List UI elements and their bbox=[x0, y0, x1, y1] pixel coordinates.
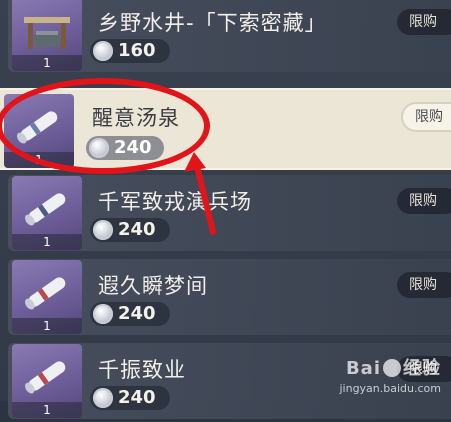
coin-icon bbox=[93, 388, 113, 408]
shop-item-row[interactable]: 1 遐久瞬梦间 240 限购 bbox=[0, 256, 451, 338]
item-price: 240 bbox=[90, 218, 170, 242]
item-thumbnail: 1 bbox=[12, 260, 82, 334]
limit-badge: 限购 bbox=[397, 9, 451, 35]
item-name: 千振致业 bbox=[98, 358, 186, 382]
blueprint-scroll-icon bbox=[25, 193, 66, 226]
shop-item-row[interactable]: 1 乡野水井-「下索密藏」 160 限购 bbox=[0, 0, 451, 75]
item-count: 1 bbox=[12, 318, 82, 334]
blueprint-scroll-icon bbox=[25, 277, 66, 310]
limit-badge: 限购 bbox=[397, 188, 451, 214]
item-name: 乡野水井-「下索密藏」 bbox=[98, 11, 327, 35]
watermark: Bai 经验 jingyan.baidu.com bbox=[339, 354, 441, 395]
highlight-circle bbox=[0, 78, 210, 174]
item-count: 1 bbox=[12, 234, 82, 250]
item-count: 1 bbox=[12, 55, 82, 71]
baidu-paw-icon bbox=[383, 359, 401, 377]
watermark-url: jingyan.baidu.com bbox=[339, 382, 441, 395]
item-price: 240 bbox=[90, 302, 170, 326]
coin-icon bbox=[93, 41, 113, 61]
well-furniture-icon bbox=[24, 17, 70, 49]
limit-badge: 限购 bbox=[397, 272, 451, 298]
item-name: 遐久瞬梦间 bbox=[98, 274, 208, 298]
coin-icon bbox=[93, 304, 113, 324]
item-price: 240 bbox=[90, 386, 170, 410]
coin-icon bbox=[93, 220, 113, 240]
item-count: 1 bbox=[12, 402, 82, 418]
item-name: 千军致戎演兵场 bbox=[98, 190, 252, 214]
watermark-logo: Bai 经验 bbox=[345, 358, 441, 379]
item-thumbnail: 1 bbox=[12, 0, 82, 71]
item-thumbnail: 1 bbox=[12, 344, 82, 418]
red-arrow-icon bbox=[184, 152, 216, 235]
limit-badge: 限购 bbox=[403, 104, 451, 130]
blueprint-scroll-icon bbox=[25, 361, 66, 394]
item-thumbnail: 1 bbox=[12, 176, 82, 250]
item-price: 160 bbox=[90, 39, 170, 63]
